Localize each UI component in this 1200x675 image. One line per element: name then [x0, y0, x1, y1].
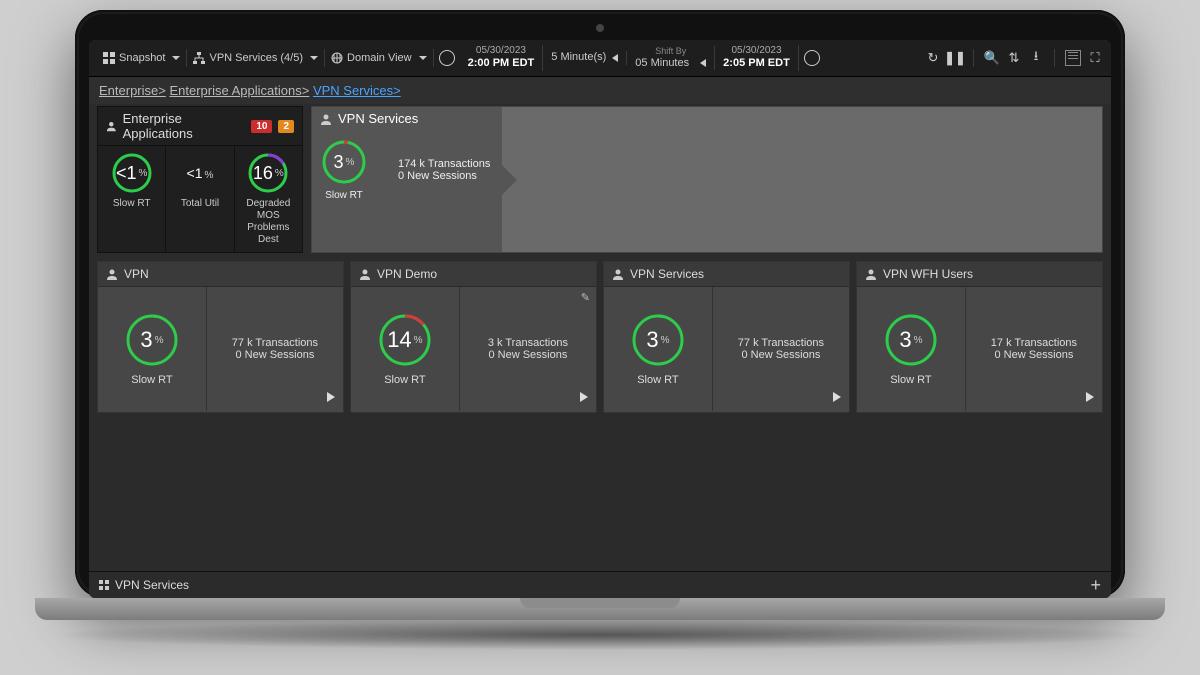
top-toolbar: Snapshot VPN Services (4/5) Domain View … — [89, 40, 1111, 77]
services-dropdown[interactable]: VPN Services (4/5) — [187, 49, 325, 67]
vpn-services-hero: VPN Services 3% Slow RT 174 k Transactio… — [311, 106, 1103, 253]
refresh-icon[interactable]: ↻ — [925, 50, 941, 66]
expand-arrow-icon[interactable] — [580, 392, 588, 405]
service-card-title: VPN Demo — [377, 267, 437, 281]
camera-dot — [596, 24, 604, 32]
start-time-block: 05/30/2023 2:00 PM EDT — [460, 45, 544, 70]
metric-slow-rt: <1% Slow RT — [98, 146, 166, 252]
start-time: 2:00 PM EDT — [468, 57, 535, 70]
gauge-value: 3 — [140, 327, 152, 353]
stat-transactions: 17 k Transactions — [991, 337, 1077, 349]
shift-value: 05 Minutes — [635, 57, 689, 70]
chevron-down-icon — [310, 56, 318, 60]
stat-transactions: 77 k Transactions — [738, 337, 824, 349]
end-time: 2:05 PM EDT — [723, 57, 790, 70]
gauge-label: Slow RT — [384, 374, 425, 386]
stat-sessions: 0 New Sessions — [488, 349, 567, 361]
caret-left-icon — [700, 59, 706, 67]
alert-badge-orange: 2 — [278, 120, 294, 133]
grid-icon — [99, 580, 109, 590]
step-value: 5 Minute(s) — [551, 51, 606, 64]
gauge-label: Slow RT — [890, 374, 931, 386]
footer-tab-label: VPN Services — [115, 578, 189, 592]
shift-block[interactable]: Shift By 05 Minutes — [627, 46, 715, 70]
footer-tab-vpn-services[interactable]: VPN Services — [99, 578, 189, 592]
vpn-hero-title: VPN Services — [338, 111, 418, 126]
caret-left-icon — [612, 54, 618, 62]
time-prev-button[interactable] — [434, 50, 460, 66]
service-card-title: VPN Services — [630, 267, 704, 281]
search-icon[interactable]: 🔍 — [984, 50, 1000, 66]
stat-sessions: 0 New Sessions — [235, 349, 314, 361]
globe-icon — [331, 52, 343, 64]
crumb-enterprise[interactable]: Enterprise> — [99, 83, 166, 98]
person-icon — [106, 120, 117, 132]
end-time-block: 05/30/2023 2:05 PM EDT — [715, 45, 799, 70]
gauge-label: Slow RT — [131, 374, 172, 386]
person-icon — [359, 268, 371, 280]
chevron-down-icon — [419, 56, 427, 60]
metric-total-util: <1% Total Util — [166, 146, 234, 252]
layout-icon[interactable] — [1065, 50, 1081, 66]
chevron-down-icon — [172, 56, 180, 60]
edit-icon[interactable]: ✎ — [581, 291, 590, 304]
service-card-title: VPN WFH Users — [883, 267, 973, 281]
time-next-button[interactable] — [799, 50, 825, 66]
stat-transactions: 3 k Transactions — [488, 337, 568, 349]
person-icon — [106, 268, 118, 280]
gauge-value: 3 — [899, 327, 911, 353]
gauge-value: 3 — [646, 327, 658, 353]
breadcrumb: Enterprise> Enterprise Applications> VPN… — [89, 77, 1111, 104]
expand-arrow-icon[interactable] — [833, 392, 841, 405]
hero-stat-sessions: 0 New Sessions — [398, 170, 490, 182]
end-date: 05/30/2023 — [731, 45, 781, 57]
snapshot-label: Snapshot — [119, 52, 165, 64]
crumb-vpn-services[interactable]: VPN Services> — [313, 83, 401, 98]
service-card-1[interactable]: VPN Demo 14% Slow RT ✎ 3 k Transactions … — [350, 261, 597, 413]
service-card-3[interactable]: VPN WFH Users 3% Slow RT 17 k Transactio… — [856, 261, 1103, 413]
start-date: 05/30/2023 — [476, 45, 526, 57]
gauge-label: Slow RT — [637, 374, 678, 386]
enterprise-card-title: Enterprise Applications — [123, 111, 240, 141]
stat-sessions: 0 New Sessions — [994, 349, 1073, 361]
crumb-enterprise-apps[interactable]: Enterprise Applications> — [169, 83, 309, 98]
alert-badge-red: 10 — [251, 120, 272, 133]
view-label: Domain View — [347, 52, 412, 64]
shift-label: Shift By — [655, 46, 686, 57]
person-icon — [320, 113, 332, 125]
pause-icon[interactable]: ❚❚ — [947, 50, 963, 66]
export-icon[interactable]: ⭳ — [1028, 50, 1044, 66]
stat-sessions: 0 New Sessions — [741, 349, 820, 361]
services-label: VPN Services (4/5) — [209, 52, 303, 64]
hero-stat-transactions: 174 k Transactions — [398, 158, 490, 170]
snapshot-dropdown[interactable]: Snapshot — [97, 49, 187, 67]
enterprise-apps-card[interactable]: Enterprise Applications 10 2 <1% Slow RT — [97, 106, 303, 253]
person-icon — [865, 268, 877, 280]
view-dropdown[interactable]: Domain View — [325, 49, 434, 67]
expand-arrow-icon[interactable] — [327, 392, 335, 405]
person-icon — [612, 268, 624, 280]
service-card-2[interactable]: VPN Services 3% Slow RT 77 k Transaction… — [603, 261, 850, 413]
stat-transactions: 77 k Transactions — [232, 337, 318, 349]
sort-icon[interactable]: ⇅ — [1006, 50, 1022, 66]
step-block[interactable]: 5 Minute(s) — [543, 51, 627, 64]
fullscreen-icon[interactable]: ⛶ — [1087, 50, 1103, 66]
metric-degraded-mos: 16% Degraded MOS Problems Dest — [235, 146, 302, 252]
service-card-title: VPN — [124, 267, 149, 281]
gauge-value: 14 — [387, 327, 411, 353]
vpn-hero-selected[interactable]: VPN Services 3% Slow RT 174 k Transactio… — [312, 107, 502, 252]
grid-icon — [103, 52, 115, 64]
expand-arrow-icon[interactable] — [1086, 392, 1094, 405]
service-card-0[interactable]: VPN 3% Slow RT 77 k Transactions 0 New S… — [97, 261, 344, 413]
hierarchy-icon — [193, 52, 205, 64]
add-tab-button[interactable]: + — [1090, 575, 1101, 596]
